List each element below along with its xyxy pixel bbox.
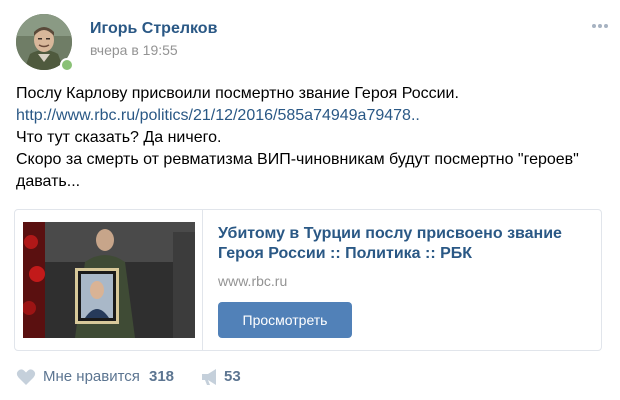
post-text: Послу Карлову присвоили посмертно звание… xyxy=(16,83,606,193)
card-divider xyxy=(202,210,203,350)
link-title-line[interactable]: Героя России :: Политика :: РБК xyxy=(218,244,588,264)
online-status-indicator xyxy=(60,58,74,72)
author-avatar-link[interactable] xyxy=(16,14,74,72)
link-preview-image[interactable] xyxy=(23,222,195,338)
link-title[interactable]: Убитому в Турции послу присвоено звание … xyxy=(218,224,588,264)
post-text-line: Что тут сказать? Да ничего. xyxy=(16,129,222,146)
post-text-line: давать... xyxy=(16,173,81,190)
post-text-line: Послу Карлову присвоили посмертно звание… xyxy=(16,85,459,102)
view-button[interactable]: Просмотреть xyxy=(218,302,352,338)
author-name[interactable]: Игорь Стрелков xyxy=(90,20,217,38)
post-text-line: Скоро за смерть от ревматизма ВИП-чиновн… xyxy=(16,151,579,168)
megaphone-icon xyxy=(202,369,216,385)
post-timestamp[interactable]: вчера в 19:55 xyxy=(90,42,178,58)
link-domain: www.rbc.ru xyxy=(218,273,288,289)
link-preview-card[interactable]: Убитому в Турции послу присвоено звание … xyxy=(14,209,602,351)
like-count: 318 xyxy=(149,368,175,385)
more-dots-icon[interactable] xyxy=(589,22,611,44)
news-photo xyxy=(23,222,195,338)
repost-count: 53 xyxy=(224,368,241,385)
like-label: Мне нравится xyxy=(43,368,140,385)
link-title-line[interactable]: Убитому в Турции послу присвоено звание xyxy=(218,224,588,244)
heart-icon xyxy=(16,369,36,385)
post-link[interactable]: http://www.rbc.ru/politics/21/12/2016/58… xyxy=(16,105,606,127)
